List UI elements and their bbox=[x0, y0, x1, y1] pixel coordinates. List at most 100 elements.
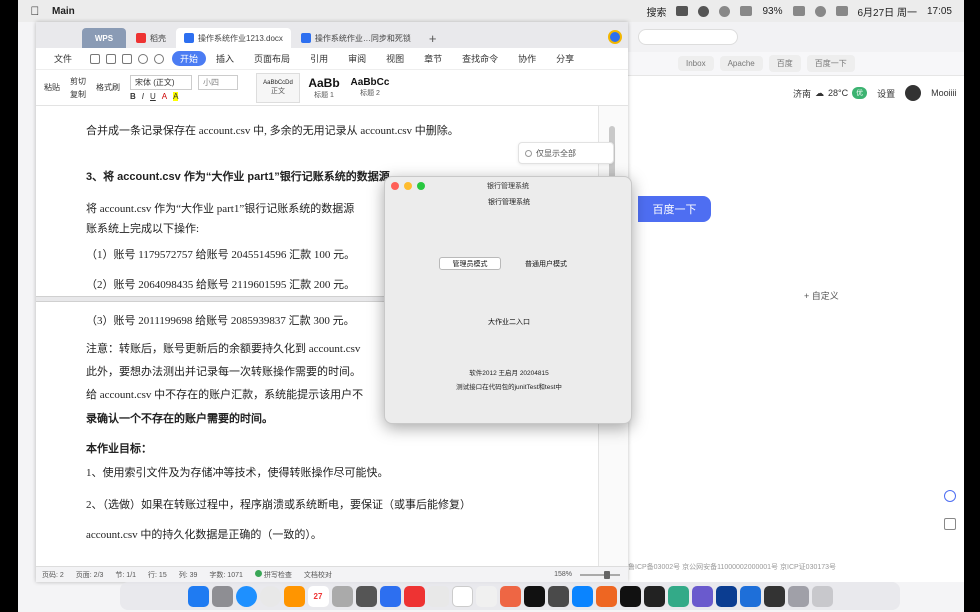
redo-icon[interactable] bbox=[154, 53, 165, 64]
underline-icon[interactable]: U bbox=[150, 92, 156, 101]
browser-tab[interactable]: 百度 bbox=[768, 55, 801, 72]
pycharm-icon[interactable] bbox=[619, 585, 641, 607]
doc-proofread[interactable]: 文档校对 bbox=[304, 570, 332, 580]
qq-icon[interactable] bbox=[719, 5, 731, 17]
close-icon[interactable] bbox=[391, 182, 399, 190]
launchpad-icon[interactable] bbox=[211, 585, 233, 607]
menu-file[interactable]: 文件 bbox=[44, 52, 82, 65]
browser-tab[interactable]: Apache bbox=[719, 56, 763, 71]
trash-icon[interactable] bbox=[811, 585, 833, 607]
radio-icon[interactable] bbox=[525, 149, 532, 157]
browser-tab[interactable]: 百度一下 bbox=[806, 55, 855, 72]
user-mode-button[interactable]: 普通用户模式 bbox=[513, 257, 579, 270]
browser-tab[interactable]: Inbox bbox=[678, 56, 714, 71]
qq-music-icon[interactable] bbox=[499, 585, 521, 607]
baidu-search-button[interactable]: 百度一下 bbox=[638, 196, 711, 222]
add-custom-link[interactable]: + 自定义 bbox=[804, 289, 839, 302]
font-size-select[interactable]: 小四 bbox=[198, 74, 238, 90]
find-command[interactable]: 查找命令 bbox=[452, 52, 508, 65]
zoom-icon[interactable] bbox=[417, 182, 425, 190]
highlight-icon[interactable]: A bbox=[173, 91, 179, 101]
document-tab-active[interactable]: 操作系统作业1213.docx bbox=[176, 28, 291, 48]
menu-reference[interactable]: 引用 bbox=[300, 52, 338, 65]
app-icon[interactable] bbox=[427, 585, 449, 607]
wechat-icon[interactable] bbox=[698, 5, 710, 17]
spell-check[interactable]: 拼写检查 bbox=[254, 569, 292, 580]
menu-layout[interactable]: 页面布局 bbox=[244, 52, 300, 65]
style-normal[interactable]: AaBbCcDd 正文 bbox=[256, 72, 300, 103]
chrome-icon[interactable] bbox=[259, 585, 281, 607]
visual-studio-icon[interactable] bbox=[691, 585, 713, 607]
document-tab[interactable]: 操作系统作业…同步和死锁 bbox=[293, 28, 419, 48]
style-heading1[interactable]: AaBb 标题 1 bbox=[302, 73, 346, 103]
document-tab[interactable]: 稻壳 bbox=[128, 28, 174, 48]
intellij-icon[interactable] bbox=[595, 585, 617, 607]
paste-button[interactable]: 粘贴 bbox=[44, 82, 60, 93]
settings-link[interactable]: 设置 bbox=[877, 87, 895, 100]
feishu-icon[interactable] bbox=[379, 585, 401, 607]
downloads-icon[interactable] bbox=[787, 585, 809, 607]
save-icon[interactable] bbox=[90, 53, 101, 64]
camera-icon[interactable] bbox=[355, 585, 377, 607]
collab-button[interactable]: 协作 bbox=[508, 52, 546, 65]
wechat-icon[interactable] bbox=[667, 585, 689, 607]
battery-icon[interactable] bbox=[740, 6, 753, 16]
status-pages[interactable]: 页面: 2/3 bbox=[76, 570, 104, 580]
search-icon[interactable] bbox=[814, 5, 826, 17]
wps-icon[interactable] bbox=[475, 585, 497, 607]
system-preferences-icon[interactable] bbox=[331, 585, 353, 607]
cut-button[interactable]: 剪切 bbox=[70, 76, 86, 87]
preview-icon[interactable] bbox=[122, 53, 133, 64]
menu-review[interactable]: 审阅 bbox=[338, 52, 376, 65]
finder-icon[interactable] bbox=[187, 585, 209, 607]
menu-insert[interactable]: 插入 bbox=[206, 52, 244, 65]
menubar-time[interactable]: 17:05 bbox=[927, 6, 952, 17]
todo-icon[interactable] bbox=[403, 585, 425, 607]
safari-icon[interactable] bbox=[235, 585, 257, 607]
clion-icon[interactable] bbox=[643, 585, 665, 607]
feedback-icon[interactable] bbox=[944, 490, 956, 502]
zoom-slider[interactable] bbox=[580, 570, 620, 579]
wps-account-avatar[interactable] bbox=[608, 30, 622, 44]
menubar-date[interactable]: 6月27日 周一 bbox=[858, 4, 917, 19]
zoom-level[interactable]: 158% bbox=[554, 571, 572, 578]
vscode-icon[interactable] bbox=[571, 585, 593, 607]
photos-icon[interactable] bbox=[283, 585, 305, 607]
active-app-name[interactable]: Main bbox=[52, 6, 75, 17]
italic-icon[interactable]: I bbox=[142, 92, 144, 101]
dialog-titlebar[interactable]: 银行管理系统 bbox=[385, 177, 631, 195]
share-button[interactable]: 分享 bbox=[546, 52, 584, 65]
word-icon[interactable] bbox=[715, 585, 737, 607]
control-center-icon[interactable] bbox=[835, 6, 848, 16]
weather-widget[interactable]: 济南 ☁ 28°C 优 bbox=[793, 87, 868, 100]
font-color-icon[interactable]: A bbox=[162, 92, 167, 101]
minimize-icon[interactable] bbox=[404, 182, 412, 190]
qq-icon[interactable] bbox=[523, 585, 545, 607]
terminal-icon[interactable] bbox=[547, 585, 569, 607]
status-words[interactable]: 字数: 1071 bbox=[209, 570, 242, 580]
menu-start[interactable]: 开始 bbox=[172, 51, 207, 66]
vmware-icon[interactable] bbox=[739, 585, 761, 607]
style-heading2[interactable]: AaBbCc 标题 2 bbox=[348, 73, 392, 103]
print-icon[interactable] bbox=[106, 53, 117, 64]
status-page[interactable]: 页码: 2 bbox=[42, 570, 64, 580]
calendar-icon[interactable]: 27 bbox=[307, 585, 329, 607]
menu-chapter[interactable]: 章节 bbox=[414, 52, 452, 65]
menu-view[interactable]: 视图 bbox=[376, 52, 414, 65]
font-name-select[interactable]: 宋体 (正文) bbox=[130, 74, 192, 90]
address-bar[interactable] bbox=[638, 29, 738, 45]
wifi-icon[interactable] bbox=[792, 6, 805, 16]
bold-icon[interactable]: B bbox=[130, 92, 136, 101]
user-name[interactable]: Mooiiii bbox=[931, 88, 957, 98]
input-method-status[interactable]: 搜索 bbox=[646, 4, 666, 19]
user-avatar[interactable] bbox=[905, 85, 922, 101]
display-options-popup[interactable]: 仅显示全部 bbox=[518, 142, 614, 164]
menubar-app-icon[interactable] bbox=[676, 6, 689, 16]
wps-home-tab[interactable]: WPS bbox=[82, 28, 126, 48]
qrcode-icon[interactable] bbox=[944, 518, 956, 530]
activity-monitor-icon[interactable] bbox=[763, 585, 785, 607]
admin-mode-button[interactable]: 管理员模式 bbox=[439, 257, 501, 270]
apple-menu-icon[interactable]:  bbox=[28, 4, 42, 18]
format-painter-button[interactable]: 格式刷 bbox=[96, 82, 120, 93]
copy-button[interactable]: 复制 bbox=[70, 89, 86, 100]
